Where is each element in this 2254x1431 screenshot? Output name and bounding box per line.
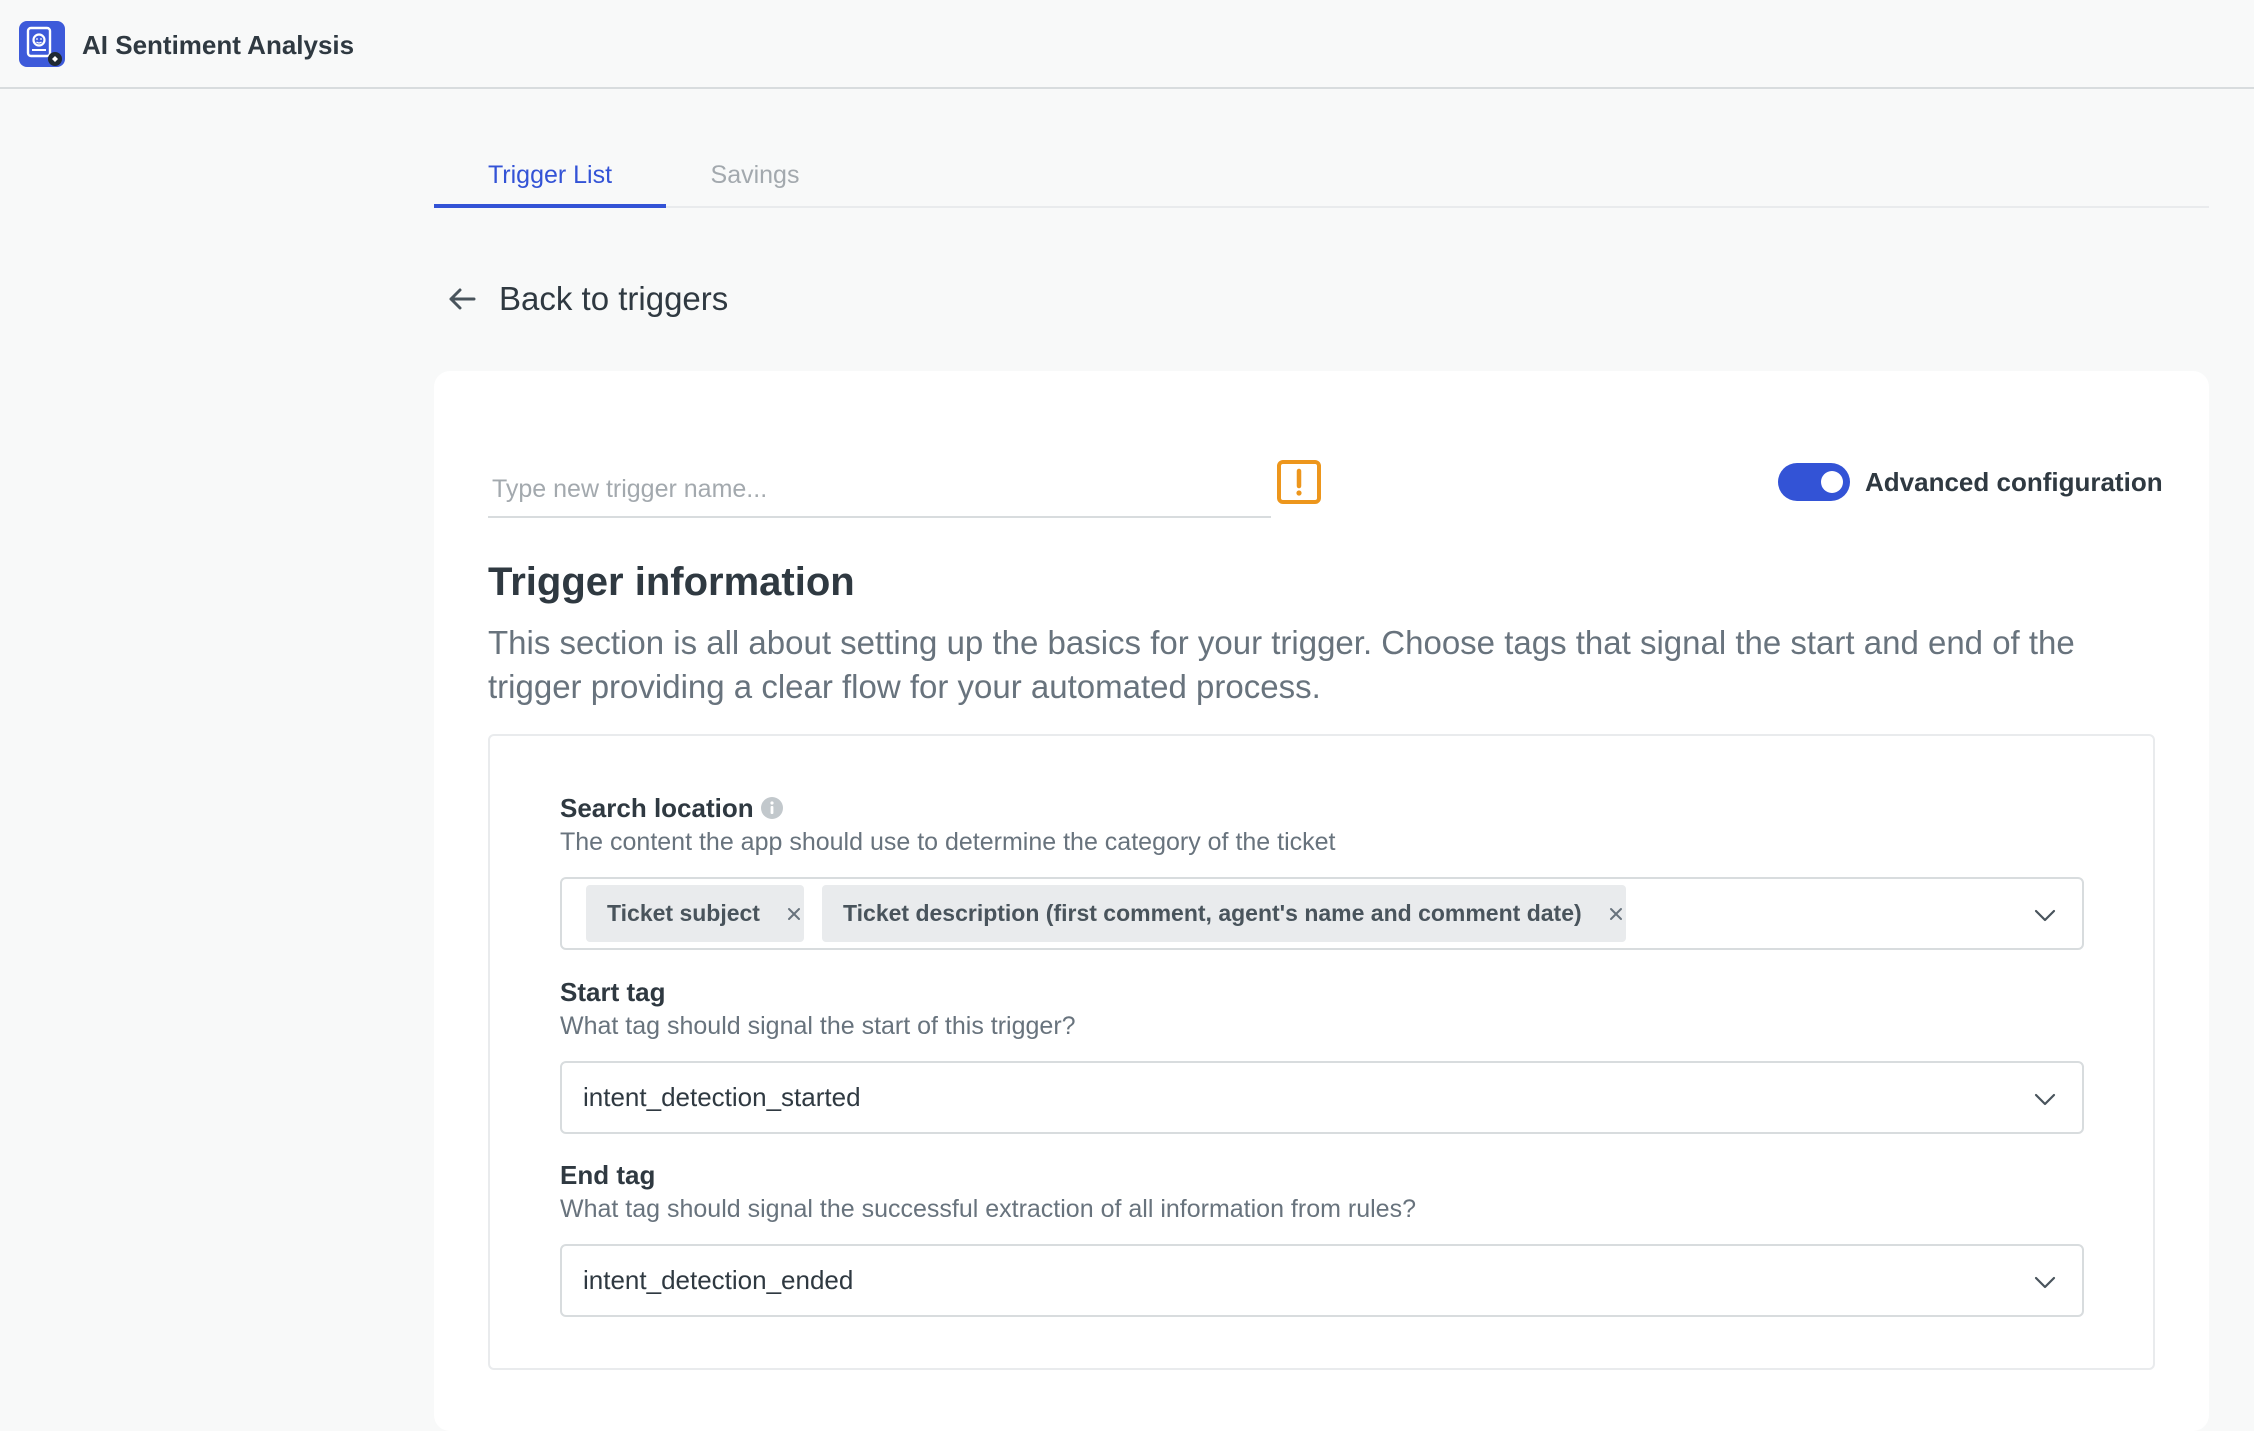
close-icon[interactable] — [1606, 904, 1626, 924]
search-location-field-label: Search location — [560, 791, 784, 825]
arrow-left-icon — [449, 288, 476, 310]
chevron-down-icon — [2034, 1093, 2056, 1106]
exclamation-square-icon — [1277, 460, 1321, 504]
end-tag-label: End tag — [560, 1160, 656, 1190]
chip-ticket-description: Ticket description (first comment, agent… — [822, 885, 1626, 942]
info-icon[interactable] — [760, 796, 784, 820]
chevron-down-icon — [2034, 909, 2056, 922]
chevron-down-icon — [2034, 1276, 2056, 1289]
tab-bar: Trigger List Savings — [434, 146, 2209, 208]
section-title: Trigger information — [488, 560, 855, 604]
advanced-configuration-label: Advanced configuration — [1865, 467, 2163, 497]
toggle-knob — [1821, 471, 1843, 493]
start-tag-value: intent_detection_started — [583, 1082, 861, 1112]
back-link-label: Back to triggers — [499, 280, 729, 317]
search-location-multiselect[interactable]: Ticket subject Ticket description (first… — [560, 877, 2084, 950]
chip-ticket-subject: Ticket subject — [586, 885, 804, 942]
end-tag-hint: What tag should signal the successful ex… — [560, 1195, 1416, 1223]
section-description: This section is all about setting up the… — [488, 624, 2075, 705]
app-title: AI Sentiment Analysis — [82, 30, 355, 60]
start-tag-select[interactable]: intent_detection_started — [560, 1061, 2084, 1134]
advanced-configuration-toggle[interactable] — [1778, 463, 1850, 501]
start-tag-hint: What tag should signal the start of this… — [560, 1012, 1076, 1040]
app-header: AI Sentiment Analysis — [0, 0, 2254, 89]
search-location-label: Search location — [560, 793, 754, 823]
tab-savings[interactable]: Savings — [689, 146, 821, 208]
trigger-form-card: Advanced configuration Trigger informati… — [434, 371, 2209, 1431]
end-tag-value: intent_detection_ended — [583, 1265, 854, 1295]
chip-label: Ticket subject — [607, 900, 760, 926]
end-tag-select[interactable]: intent_detection_ended — [560, 1244, 2084, 1317]
tab-trigger-list[interactable]: Trigger List — [434, 146, 666, 208]
back-to-triggers-link[interactable]: Back to triggers — [444, 276, 728, 322]
trigger-name-input[interactable] — [488, 463, 1271, 518]
app-logo-icon — [19, 21, 65, 67]
chip-label: Ticket description (first comment, agent… — [843, 900, 1582, 926]
close-icon[interactable] — [784, 904, 804, 924]
trigger-fields-panel: Search location The content the app shou… — [488, 734, 2155, 1370]
search-location-hint: The content the app should use to determ… — [560, 828, 1336, 856]
start-tag-label: Start tag — [560, 977, 666, 1007]
